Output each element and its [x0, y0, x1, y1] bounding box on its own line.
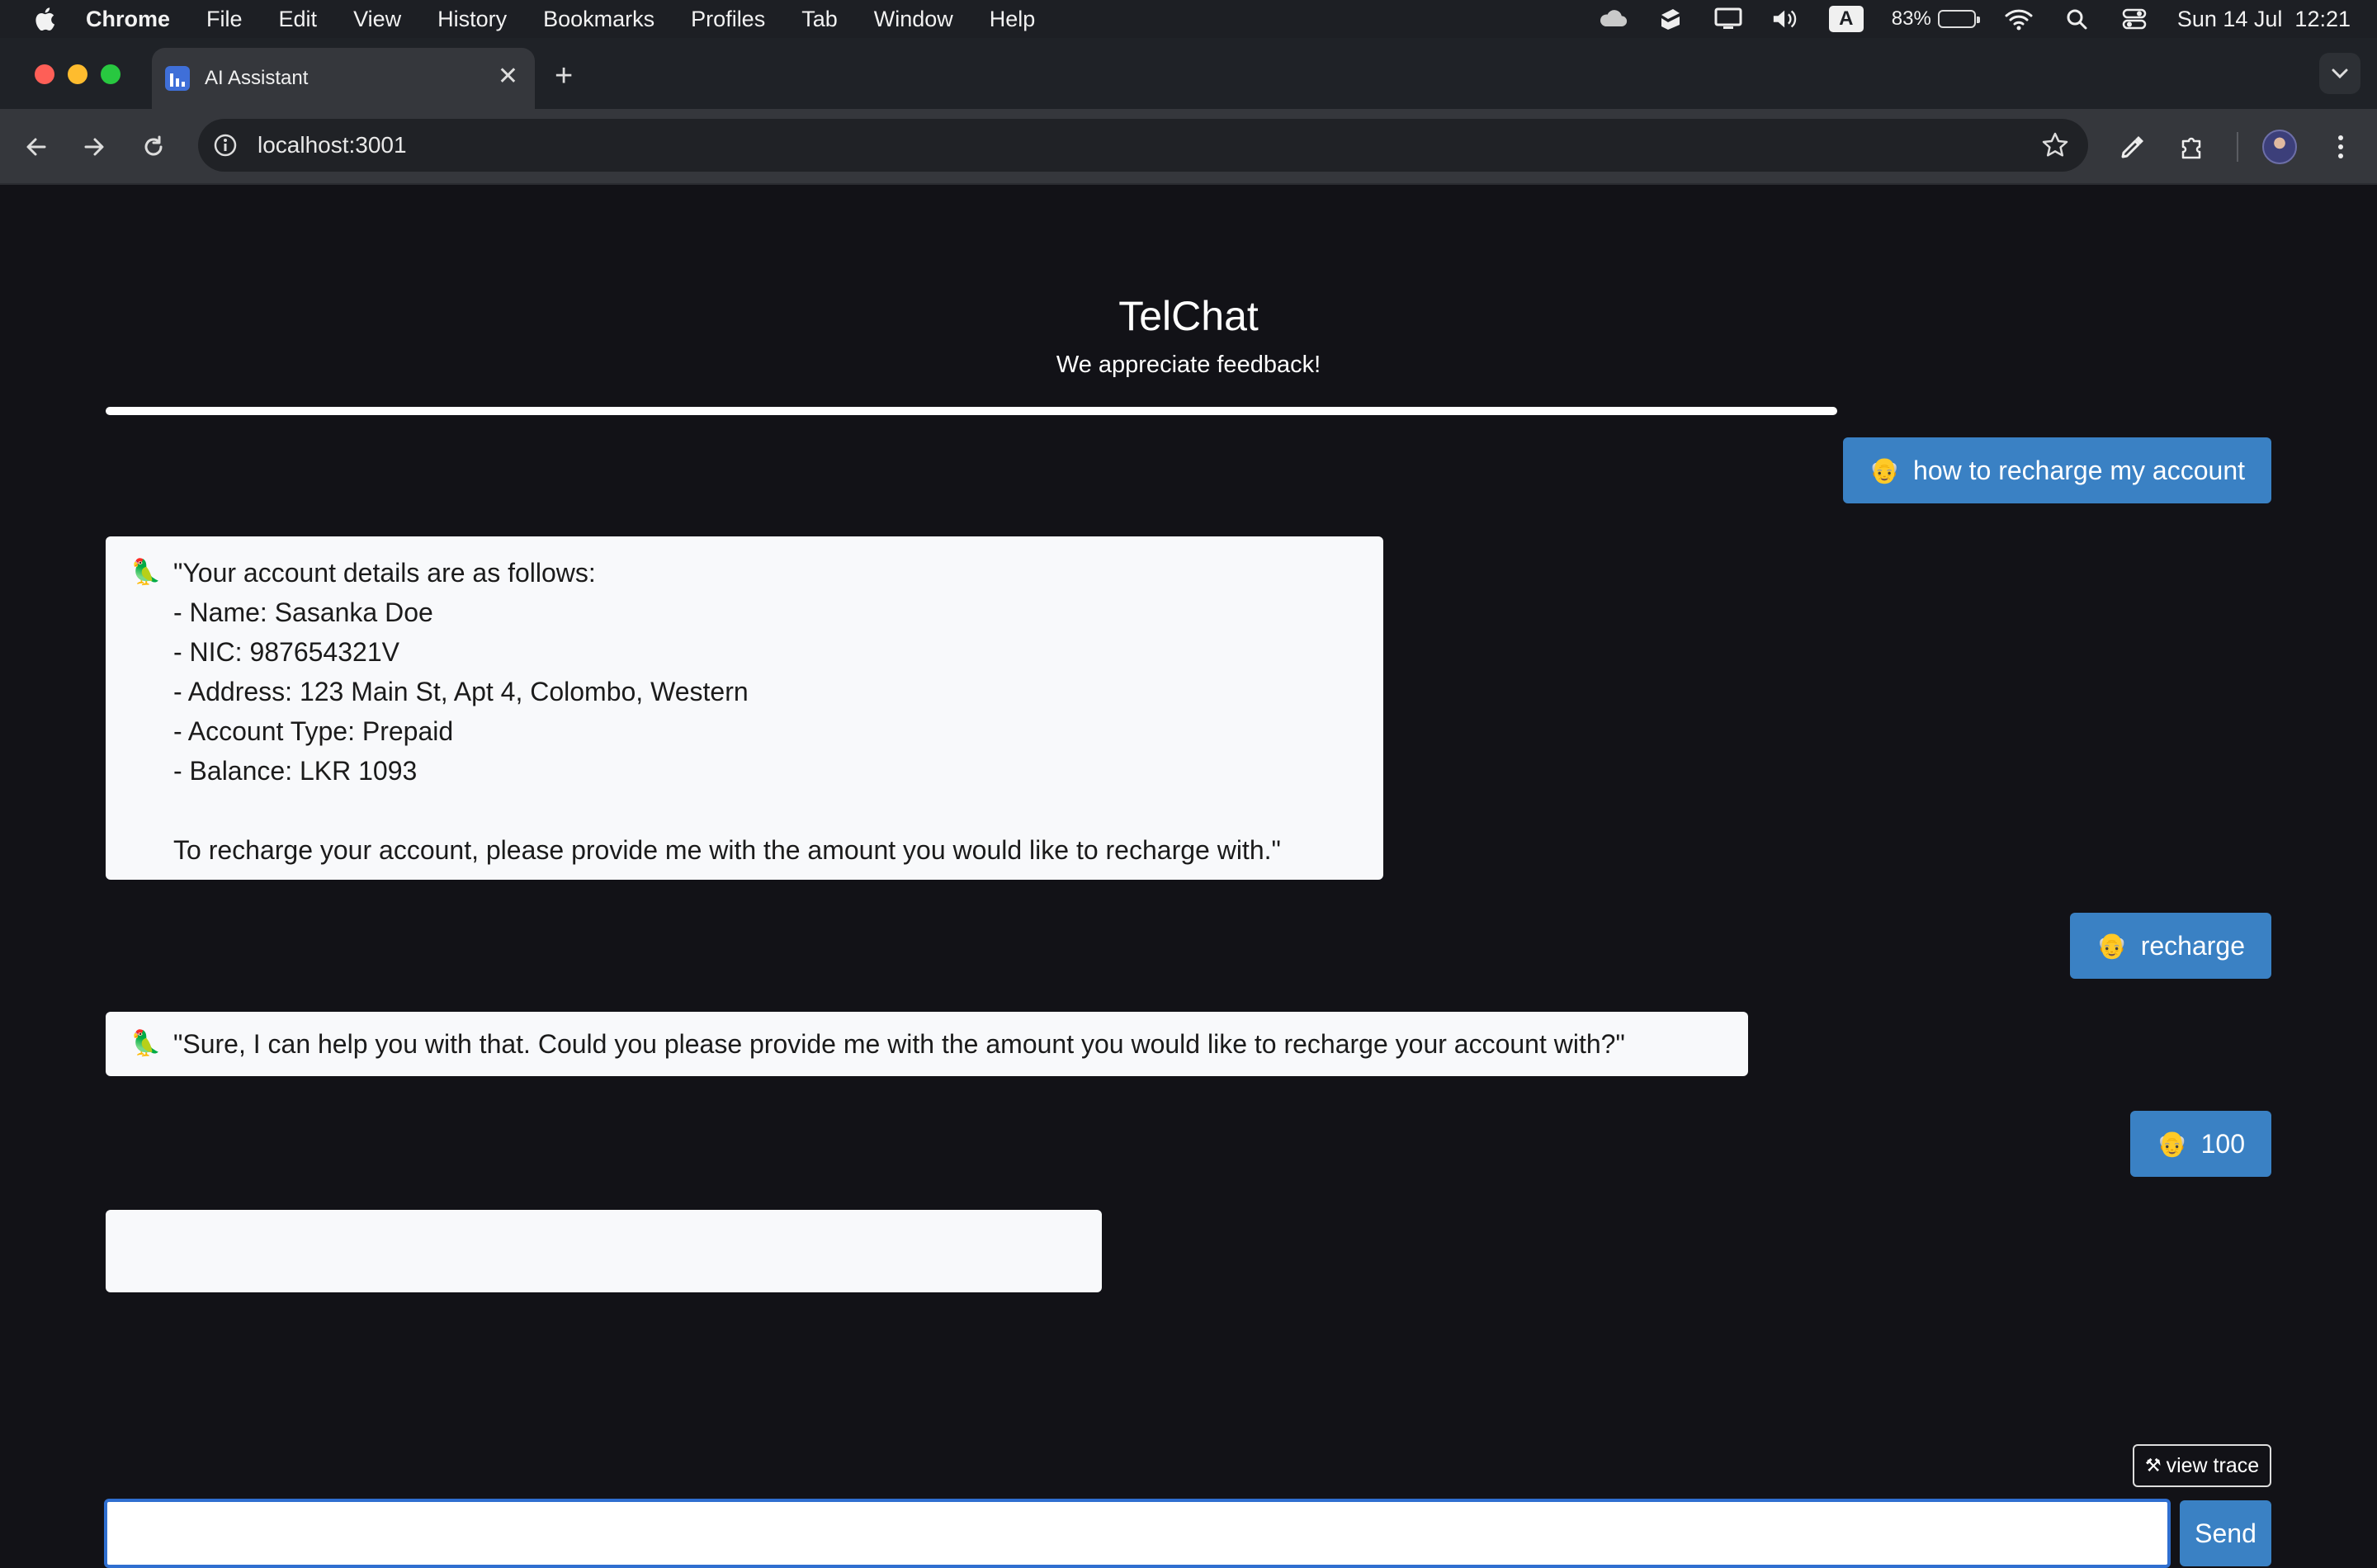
arrow-left-icon	[26, 138, 46, 156]
user-message: 👴 recharge	[2070, 913, 2271, 979]
header-divider	[106, 407, 1837, 415]
menu-edit[interactable]: Edit	[279, 7, 318, 32]
maximize-window-button[interactable]	[101, 64, 121, 84]
apple-logo-icon[interactable]	[33, 7, 56, 31]
reload-icon	[144, 135, 163, 156]
close-tab-icon[interactable]: ✕	[498, 64, 518, 89]
view-trace-label: view trace	[2166, 1453, 2260, 1477]
eyedropper-extension-icon[interactable]	[2115, 129, 2151, 165]
message-text: "Sure, I can help you with that. Could y…	[173, 1029, 1625, 1059]
cloud-icon[interactable]	[1598, 7, 1628, 31]
forward-button[interactable]	[76, 129, 112, 165]
tab-title: AI Assistant	[205, 67, 309, 89]
battery-indicator[interactable]: 83%	[1891, 7, 1980, 31]
bookmark-star-icon[interactable]	[2040, 130, 2070, 164]
message-text: 100	[2200, 1128, 2245, 1159]
menu-file[interactable]: File	[206, 7, 243, 32]
chart-favicon-icon	[165, 66, 190, 91]
assistant-message: 🦜 "Sure, I can help you with that. Could…	[106, 1012, 1748, 1076]
user-message: 👴 100	[2130, 1111, 2271, 1177]
close-window-button[interactable]	[35, 64, 54, 84]
user-avatar-emoji: 👴	[1869, 456, 1901, 484]
menu-profiles[interactable]: Profiles	[691, 7, 765, 32]
back-button[interactable]	[18, 129, 54, 165]
menu-history[interactable]: History	[437, 7, 507, 32]
message-text: how to recharge my account	[1913, 455, 2245, 485]
site-info-icon[interactable]	[211, 131, 239, 159]
menu-help[interactable]: Help	[990, 7, 1036, 32]
user-avatar-emoji: 👴	[2157, 1130, 2188, 1158]
page-title: TelChat	[1118, 293, 1259, 339]
extensions-puzzle-icon[interactable]	[2174, 129, 2210, 165]
message-text: "Your account details are as follows: - …	[173, 558, 1281, 865]
tab-search-button[interactable]	[2319, 53, 2360, 94]
browser-tab-active[interactable]: AI Assistant ✕	[152, 48, 535, 109]
browser-tab-strip: AI Assistant ✕ +	[0, 38, 2377, 109]
display-icon[interactable]	[1713, 7, 1743, 31]
user-message: 👴 how to recharge my account	[1842, 437, 2271, 503]
address-bar[interactable]: localhost:3001	[198, 119, 2088, 172]
view-trace-button[interactable]: ⚒ view trace	[2133, 1444, 2271, 1487]
minimize-window-button[interactable]	[68, 64, 87, 84]
reload-button[interactable]	[135, 129, 172, 165]
telchat-page: TelChat We appreciate feedback! 👴 how to…	[0, 187, 2377, 1568]
macos-menu-bar: Chrome File Edit View History Bookmarks …	[0, 0, 2377, 38]
send-button[interactable]: Send	[2180, 1500, 2271, 1566]
url-text[interactable]: localhost:3001	[258, 132, 407, 158]
spotlight-search-icon[interactable]	[2062, 7, 2091, 31]
keyboard-input-icon[interactable]: A	[1828, 6, 1864, 32]
chevron-down-icon	[2332, 68, 2348, 79]
menu-tab[interactable]: Tab	[801, 7, 838, 32]
page-subtitle: We appreciate feedback!	[1056, 352, 1321, 378]
control-center-icon[interactable]	[2119, 7, 2149, 31]
assistant-message-partial	[106, 1210, 1102, 1292]
arrow-right-icon	[84, 138, 104, 156]
kebab-menu-icon	[2338, 135, 2343, 158]
menu-bookmarks[interactable]: Bookmarks	[543, 7, 655, 32]
menu-window[interactable]: Window	[874, 7, 953, 32]
menu-clock[interactable]: Sun 14 Jul 12:21	[2177, 7, 2351, 32]
battery-icon	[1937, 10, 1980, 28]
parrot-avatar-emoji: 🦜	[130, 1030, 162, 1057]
browser-toolbar: localhost:3001	[0, 109, 2377, 185]
assistant-message: 🦜 "Your account details are as follows: …	[106, 536, 1383, 880]
new-tab-button[interactable]: +	[555, 59, 573, 92]
toolbar-divider	[2237, 132, 2238, 162]
profile-avatar-button[interactable]	[2261, 129, 2298, 165]
menu-view[interactable]: View	[353, 7, 401, 32]
app-status-icon[interactable]	[1656, 7, 1685, 31]
menu-chrome[interactable]: Chrome	[86, 7, 170, 32]
user-avatar-emoji: 👴	[2096, 932, 2128, 960]
wifi-icon[interactable]	[2004, 7, 2034, 31]
message-text: recharge	[2140, 930, 2245, 961]
volume-icon[interactable]	[1771, 7, 1801, 31]
chrome-menu-button[interactable]	[2323, 129, 2359, 165]
message-input[interactable]	[104, 1499, 2171, 1568]
parrot-avatar-emoji: 🦜	[130, 559, 162, 586]
avatar	[2262, 130, 2297, 164]
chat-history[interactable]: 👴 how to recharge my account 🦜 "Your acc…	[106, 437, 2271, 1428]
battery-percent: 83%	[1891, 7, 1931, 30]
hammer-icon: ⚒	[2144, 1455, 2162, 1476]
window-controls	[35, 64, 134, 84]
